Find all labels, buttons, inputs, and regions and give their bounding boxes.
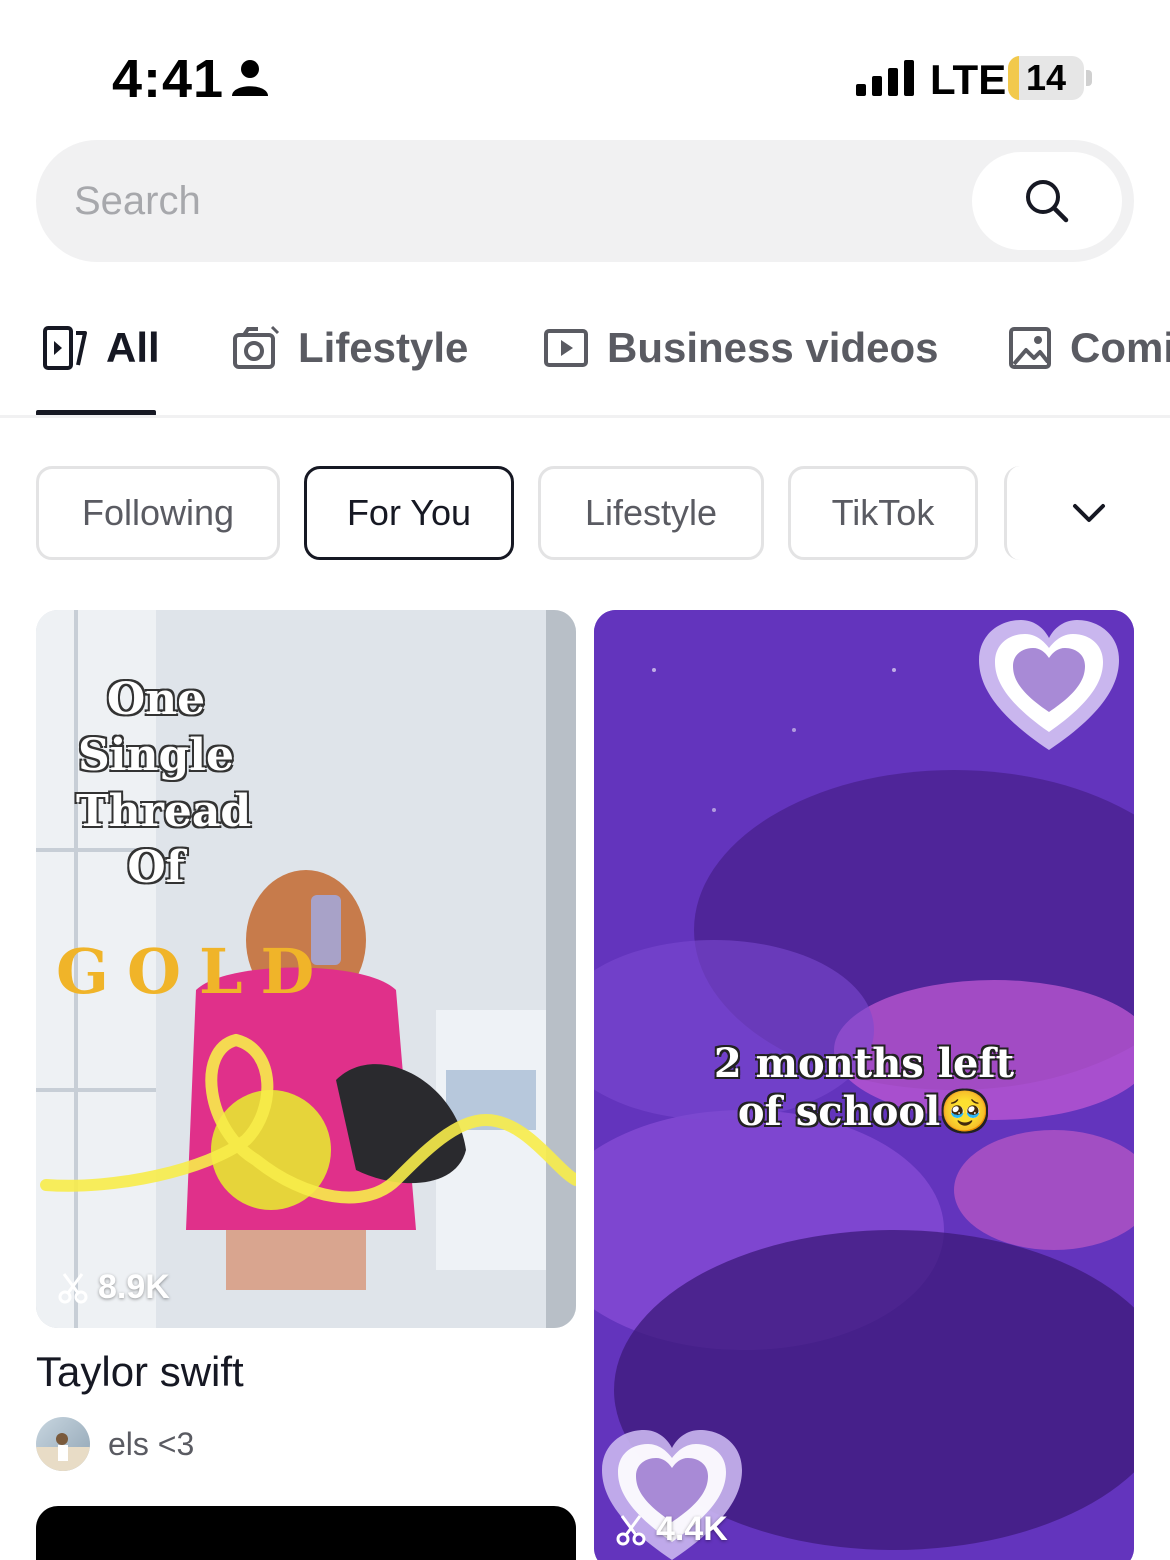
video-card-thumbnail[interactable]: One Single Thread Of GOLD 8.9K [36, 610, 576, 1328]
overlay-line: One [106, 674, 206, 725]
use-count: 8.9K [58, 1268, 170, 1307]
status-bar: 4:41 LTE 14 [0, 0, 1170, 140]
tab-comics[interactable]: Comi [1008, 318, 1170, 378]
overlay-text-block: 2 months left of school🥹 [684, 1040, 1044, 1136]
overlay-line: Thread [76, 786, 252, 837]
use-count-value: 4.4K [656, 1510, 728, 1548]
camera-icon [233, 325, 280, 369]
network-type: LTE [930, 56, 1007, 103]
overlay-line: Single [78, 730, 234, 781]
chip-for-you[interactable]: For You [304, 466, 514, 560]
signal-icon [856, 60, 914, 96]
overlay-text-block: One Single Thread Of [76, 672, 252, 896]
battery-level: 14 [1025, 57, 1067, 98]
battery-icon: 14 [1008, 56, 1084, 100]
scissors-icon [58, 1272, 88, 1303]
overlay-gold-text: GOLD [56, 935, 333, 1008]
tab-lifestyle[interactable]: Lifestyle [232, 318, 468, 378]
more-chips-button[interactable] [1004, 466, 1170, 560]
use-count-value: 8.9K [98, 1268, 170, 1306]
avatar [36, 1417, 90, 1471]
chip-lifestyle[interactable]: Lifestyle [538, 466, 764, 560]
search-bar[interactable] [36, 140, 1134, 262]
overlay-line: Of [127, 842, 185, 893]
author-name: els <3 [108, 1425, 195, 1462]
chevron-down-icon [1072, 504, 1105, 522]
battery-tip [1086, 70, 1092, 86]
tab-label: Lifestyle [298, 324, 469, 371]
author-row[interactable]: els <3 [36, 1416, 194, 1472]
video-card-thumbnail[interactable]: 2 months left of school🥹 4.4K [594, 610, 1134, 1560]
tab-all[interactable]: All [42, 318, 160, 378]
use-count: 4.4K [616, 1510, 728, 1549]
chip-following[interactable]: Following [36, 466, 280, 560]
search-button[interactable] [972, 152, 1122, 250]
overlay-line: of school🥹 [737, 1088, 991, 1135]
chip-tiktok[interactable]: TikTok [788, 466, 978, 560]
scissors-icon [616, 1514, 646, 1545]
play-rectangle-icon [544, 329, 588, 367]
search-input[interactable] [74, 170, 954, 232]
status-time: 4:41 [112, 49, 225, 109]
video-frame-icon [43, 326, 87, 370]
card-title[interactable]: Taylor swift [36, 1348, 244, 1396]
image-icon [1009, 327, 1051, 369]
category-tabs: All Lifestyle Business videos Comi [0, 300, 1170, 418]
tab-business-videos[interactable]: Business videos [543, 318, 938, 378]
tab-label: Comi [1070, 324, 1170, 371]
tab-label: Business videos [607, 324, 939, 371]
person-icon [232, 60, 268, 96]
overlay-line: 2 months left [713, 1040, 1015, 1087]
video-card-thumbnail[interactable] [36, 1506, 576, 1560]
tab-label: All [106, 324, 160, 371]
search-icon [1026, 180, 1069, 223]
active-tab-indicator [36, 410, 156, 415]
